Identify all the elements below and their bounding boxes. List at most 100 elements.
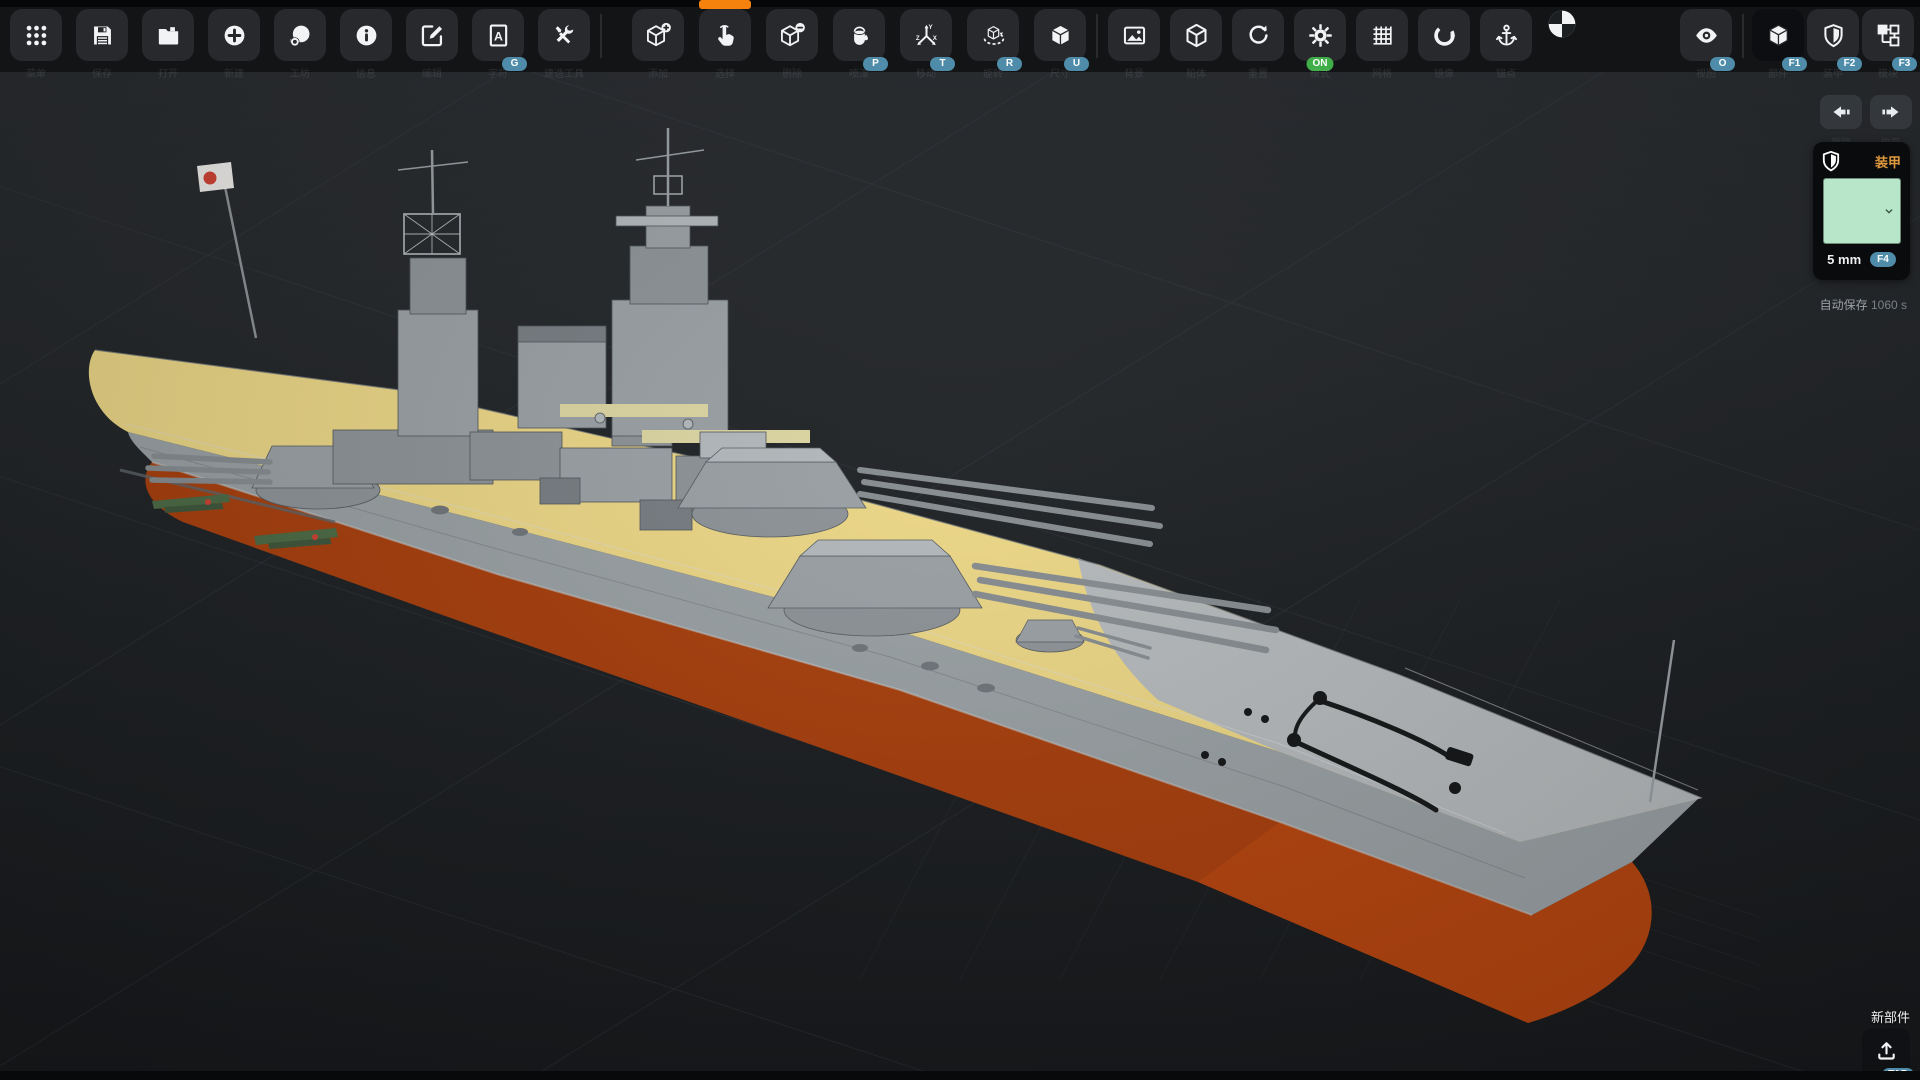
hand-pointer-icon	[712, 22, 739, 49]
anchor-icon	[1493, 22, 1520, 49]
toolbar-button-open[interactable]: 打开	[142, 9, 194, 61]
rotate-cube-icon	[980, 22, 1007, 49]
cube-outline-icon	[1183, 22, 1210, 49]
button-label-workshop: 工坊	[290, 65, 310, 80]
letter-a-icon: A	[485, 22, 512, 49]
gear-icon	[1307, 22, 1334, 49]
toolbar-button-grid[interactable]: 网格	[1356, 9, 1408, 61]
toolbar-button-remove-block[interactable]: 删除	[766, 9, 818, 61]
shield-icon	[1820, 22, 1847, 49]
crossed-tools-icon	[551, 22, 578, 49]
ship-builder-screen: 菜单保存打开新建工坊信息编辑AG字符建造工具 添加选择删除P喷漆YZXT移动R旋…	[0, 0, 1920, 1080]
button-label-select: 选择	[715, 65, 735, 80]
toolbar-button-build-tools[interactable]: 建造工具	[538, 9, 590, 61]
gear-icon	[1307, 22, 1334, 49]
toolbar-button-mode[interactable]: ON模式	[1294, 9, 1346, 61]
arrow-up-bracket-icon	[1873, 1036, 1900, 1063]
toolbar-button-menu[interactable]: 菜单	[10, 9, 62, 61]
image-icon	[1121, 22, 1148, 49]
button-label-open: 打开	[158, 65, 178, 80]
grid-lines-icon	[1369, 22, 1396, 49]
steam-icon	[287, 22, 314, 49]
toolbar-button-hull[interactable]: 船体	[1170, 9, 1222, 61]
toolbar-divider	[600, 14, 602, 58]
image-icon	[1121, 22, 1148, 49]
toolbar-button-info[interactable]: 信息	[340, 9, 392, 61]
button-label-paint: 喷漆	[849, 65, 869, 80]
redo-button[interactable]	[1870, 95, 1912, 129]
toolbar-button-rotate[interactable]: R旋转	[967, 9, 1019, 61]
button-label-reset-view: 重置	[1248, 65, 1268, 80]
toolbar-button-armor-view[interactable]: F2装甲	[1807, 9, 1859, 61]
button-label-modules-view: 模块	[1878, 65, 1898, 80]
button-label-add-block: 添加	[648, 65, 668, 80]
toolbar-button-new[interactable]: 新建	[208, 9, 260, 61]
button-label-decals: 字符	[488, 65, 508, 80]
viewport-3d[interactable]	[0, 0, 1920, 1080]
cube-plus-icon	[645, 22, 672, 49]
toolbar-button-rename[interactable]: 编辑	[406, 9, 458, 61]
button-label-info: 信息	[356, 65, 376, 80]
steam-icon	[287, 22, 314, 49]
button-label-grid: 网格	[1372, 65, 1392, 80]
autosave-status: 自动保存 1060 s	[1820, 296, 1907, 313]
svg-text:A: A	[494, 29, 503, 43]
toolbar-divider	[1742, 14, 1744, 58]
toolbar-button-workshop[interactable]: 工坊	[274, 9, 326, 61]
button-label-mirror: 镜像	[1434, 65, 1454, 80]
anchor-icon	[1493, 22, 1520, 49]
plus-circle-icon	[221, 22, 248, 49]
rotate-ccw-icon	[1245, 22, 1272, 49]
new-part-button[interactable]: TAB	[1862, 1028, 1910, 1076]
folder-icon	[155, 22, 182, 49]
toolbar-button-scale[interactable]: U尺寸	[1034, 9, 1086, 61]
cube-outline-icon	[1183, 22, 1210, 49]
button-label-anchor: 锚点	[1496, 65, 1516, 80]
undo-button[interactable]	[1820, 95, 1862, 129]
rotate-ccw-icon	[1245, 22, 1272, 49]
letter-a-icon: A	[485, 22, 512, 49]
button-label-parts-view: 部件	[1768, 65, 1788, 80]
button-label-hull: 船体	[1186, 65, 1206, 80]
toolbar-button-save[interactable]: 保存	[76, 9, 128, 61]
shield-icon	[1819, 149, 1843, 173]
battleship-model[interactable]	[89, 128, 1702, 1023]
autosave-value: 1060 s	[1871, 298, 1907, 312]
toolbar-divider	[1096, 14, 1098, 58]
armor-material-dropdown[interactable]	[1823, 178, 1901, 244]
toolbar-button-background[interactable]: 背景	[1108, 9, 1160, 61]
toolbar-top-strip	[0, 0, 1920, 7]
naval-ensign-flag	[197, 162, 234, 192]
new-part-label: 新部件	[1871, 1007, 1910, 1026]
active-tool-indicator	[699, 0, 751, 9]
toolbar-button-parts-view[interactable]: F1部件	[1752, 9, 1804, 61]
eye-icon	[1693, 22, 1720, 49]
toolbar-button-select[interactable]: 选择	[699, 9, 751, 61]
cube-solid-icon	[1047, 22, 1074, 49]
toolbar-button-reset-view[interactable]: 重置	[1232, 9, 1284, 61]
autosave-label: 自动保存	[1820, 298, 1868, 312]
paint-bucket-icon	[846, 22, 873, 49]
button-label-visibility: 视图	[1696, 65, 1716, 80]
toolbar-button-add-block[interactable]: 添加	[632, 9, 684, 61]
armor-panel-title: 装甲	[1875, 152, 1901, 171]
rotate-cube-icon	[980, 22, 1007, 49]
svg-text:Z: Z	[915, 35, 919, 42]
bow-jackstaff	[1650, 640, 1674, 802]
shield-icon	[1820, 22, 1847, 49]
button-label-move: 移动	[916, 65, 936, 80]
toolbar-button-anchor[interactable]: 锚点	[1480, 9, 1532, 61]
grid-lines-icon	[1369, 22, 1396, 49]
toolbar-button-decals[interactable]: AG字符	[472, 9, 524, 61]
armor-panel: 装甲 5 mm F4	[1813, 142, 1910, 280]
toolbar-button-visibility[interactable]: O视图	[1680, 9, 1732, 61]
floppy-icon	[89, 22, 116, 49]
edit-pencil-icon	[419, 22, 446, 49]
toolbar-button-mirror[interactable]: 镜像	[1418, 9, 1470, 61]
cube-plus-icon	[645, 22, 672, 49]
toolbar-button-modules-view[interactable]: F3模块	[1862, 9, 1914, 61]
toolbar-button-move[interactable]: YZXT移动	[900, 9, 952, 61]
crossed-tools-icon	[551, 22, 578, 49]
toolbar-button-paint[interactable]: P喷漆	[833, 9, 885, 61]
floppy-icon	[89, 22, 116, 49]
